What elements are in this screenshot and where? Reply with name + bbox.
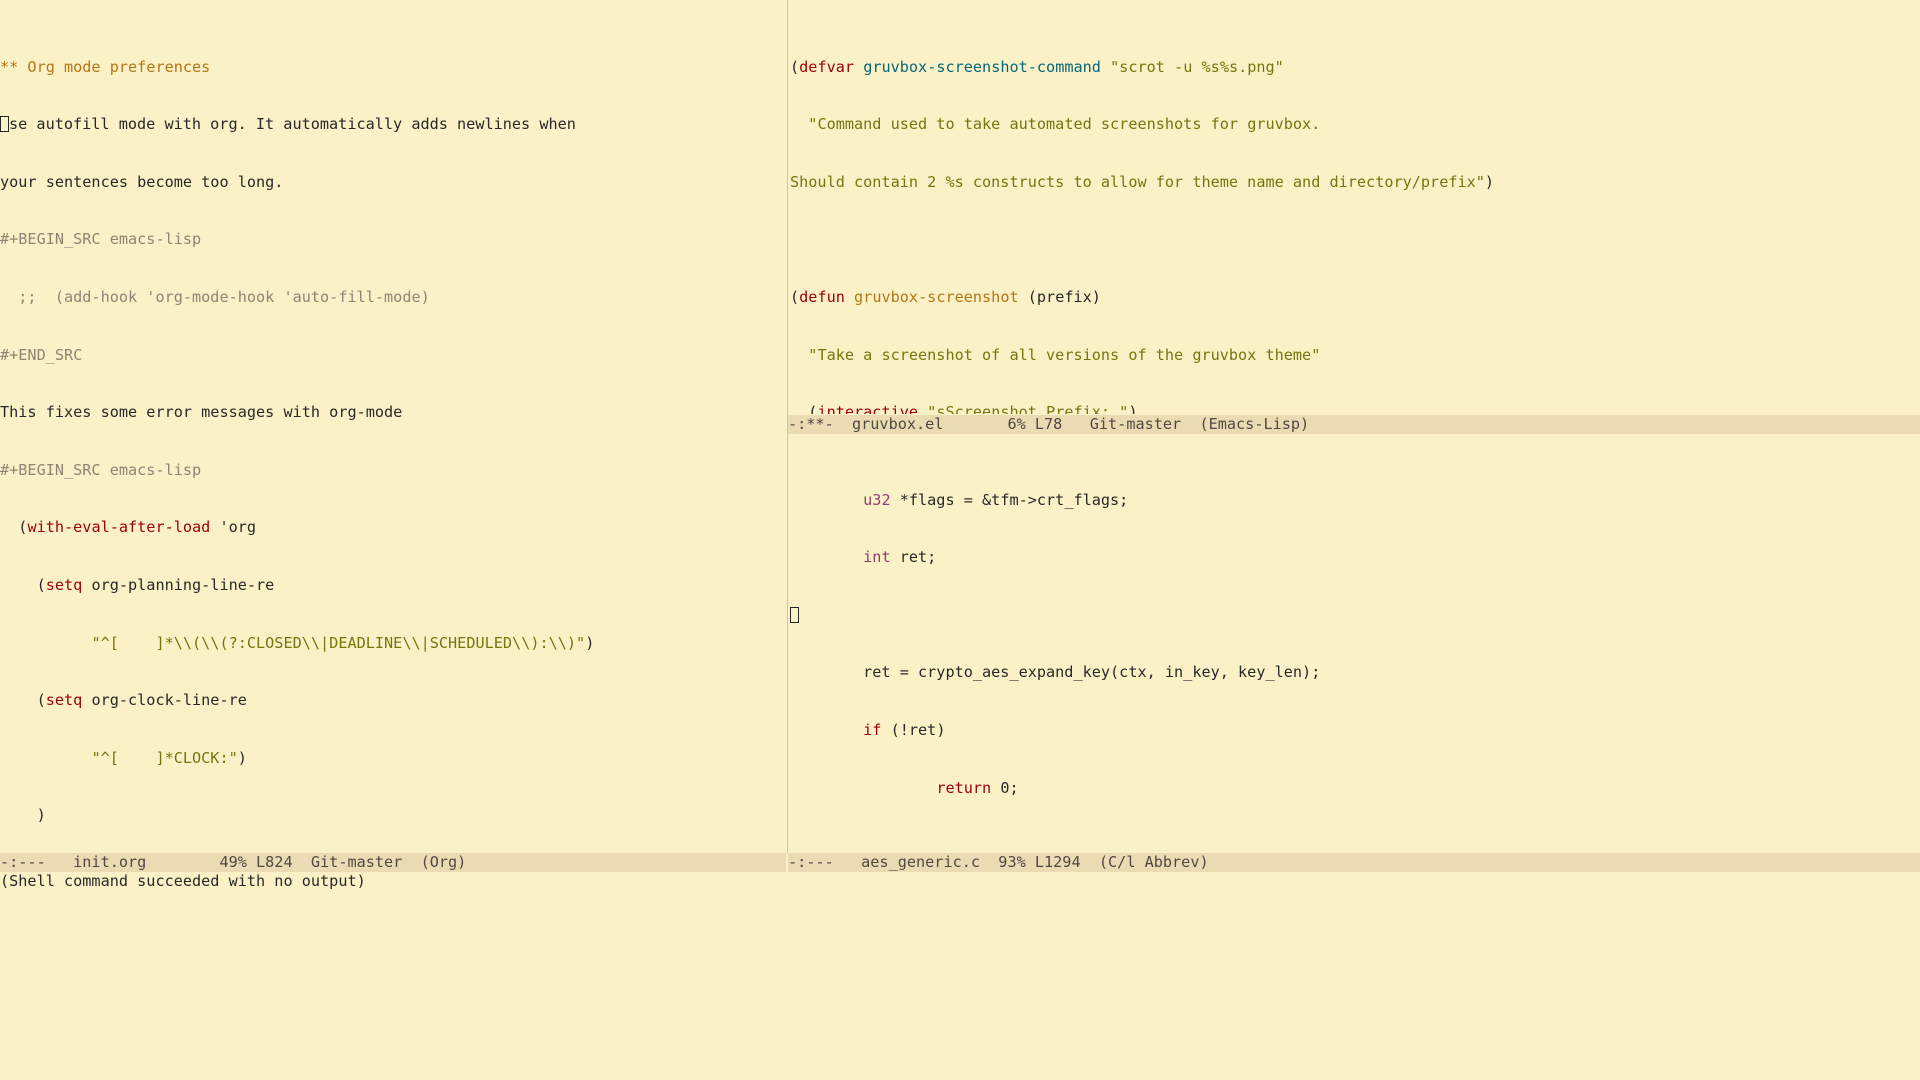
blank-line: [790, 230, 1920, 249]
code-line: ): [0, 806, 786, 825]
emacs-frame: ** Org mode preferences se autofill mode…: [0, 0, 1920, 1080]
code-line: if (!ret): [790, 721, 1920, 740]
org-block-end: #+END_SRC: [0, 346, 786, 365]
modeline-bottom-right-text: -:--- aes_generic.c 93% L1294 (C/l Abbre…: [788, 853, 1209, 871]
code-line: "Take a screenshot of all versions of th…: [790, 346, 1920, 365]
code-line: "^[ ]*\\(\\(?:CLOSED\\|DEADLINE\\|SCHEDU…: [0, 634, 786, 653]
modeline-top-right[interactable]: -:**- gruvbox.el 6% L78 Git-master (Emac…: [788, 415, 1920, 434]
blank-line: [790, 606, 1920, 625]
code-line: u32 *flags = &tfm->crt_flags;: [790, 491, 1920, 510]
code-line: (with-eval-after-load 'org: [0, 518, 786, 537]
blank-line: [790, 836, 1920, 853]
code-line: int ret;: [790, 548, 1920, 567]
code-line: (interactive "sScreenshot Prefix: "): [790, 403, 1920, 414]
code-line: ret = crypto_aes_expand_key(ctx, in_key,…: [790, 663, 1920, 682]
buffer-init-org[interactable]: ** Org mode preferences se autofill mode…: [0, 0, 786, 858]
buffer-aes-generic-c[interactable]: u32 *flags = &tfm->crt_flags; int ret; r…: [790, 433, 1920, 853]
org-headline-2: ** Org mode preferences: [0, 58, 786, 77]
code-line: "Command used to take automated screensh…: [790, 115, 1920, 134]
code-line: (setq org-planning-line-re: [0, 576, 786, 595]
text-line: your sentences become too long.: [0, 173, 786, 192]
modeline-left-text: -:--- init.org 49% L824 Git-master (Org): [0, 853, 466, 871]
code-line: Should contain 2 %s constructs to allow …: [790, 173, 1920, 192]
code-line: (setq org-clock-line-re: [0, 691, 786, 710]
code-line: return 0;: [790, 779, 1920, 798]
code-line: (defvar gruvbox-screenshot-command "scro…: [790, 58, 1920, 77]
modeline-left[interactable]: -:--- init.org 49% L824 Git-master (Org): [0, 853, 786, 872]
inactive-cursor: [790, 607, 799, 623]
buffer-gruvbox-el[interactable]: (defvar gruvbox-screenshot-command "scro…: [790, 0, 1920, 414]
org-block-begin: #+BEGIN_SRC emacs-lisp: [0, 230, 786, 249]
code-line: "^[ ]*CLOCK:"): [0, 749, 786, 768]
code-line: ;; (add-hook 'org-mode-hook 'auto-fill-m…: [0, 288, 786, 307]
org-block-begin: #+BEGIN_SRC emacs-lisp: [0, 461, 786, 480]
modeline-top-right-text: -:**- gruvbox.el 6% L78 Git-master (Emac…: [788, 415, 1309, 433]
text-line: This fixes some error messages with org-…: [0, 403, 786, 422]
modeline-bottom-right[interactable]: -:--- aes_generic.c 93% L1294 (C/l Abbre…: [788, 853, 1920, 872]
echo-area: (Shell command succeeded with no output): [0, 872, 1920, 891]
code-line: (defun gruvbox-screenshot (prefix): [790, 288, 1920, 307]
text-cursor: [0, 116, 9, 132]
echo-area-message: (Shell command succeeded with no output): [0, 872, 366, 890]
text-line: se autofill mode with org. It automatica…: [0, 115, 786, 134]
